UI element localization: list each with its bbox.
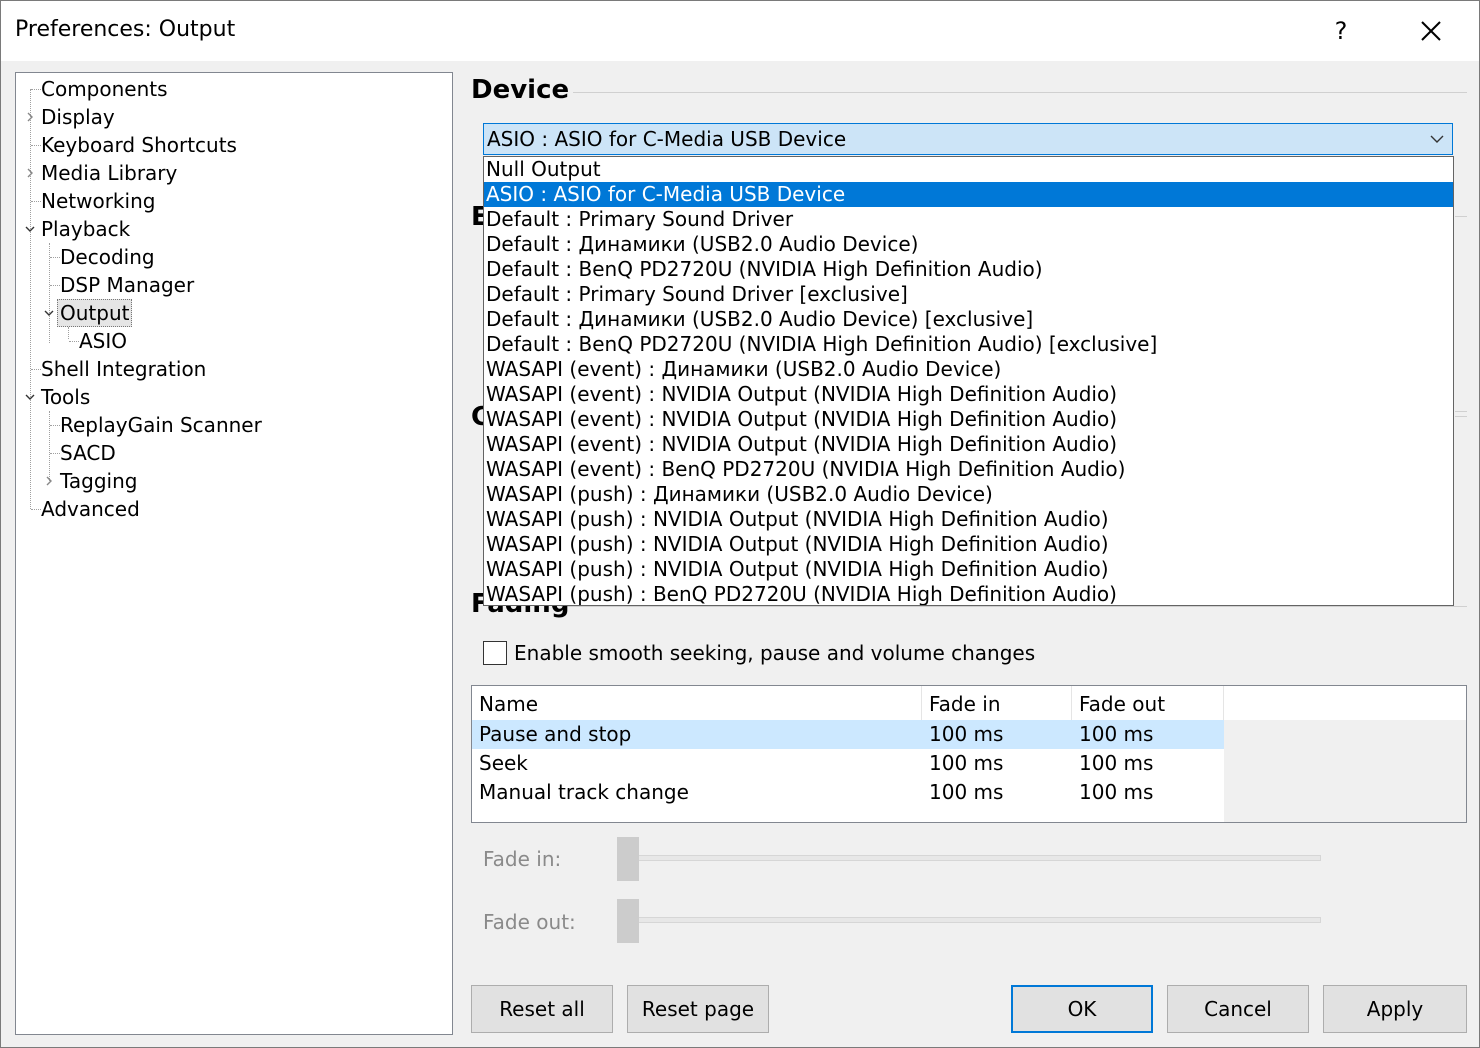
tree-item-media-library[interactable]: Media Library bbox=[39, 159, 179, 187]
device-option[interactable]: Default : BenQ PD2720U (NVIDIA High Defi… bbox=[484, 332, 1453, 357]
window-title: Preferences: Output bbox=[15, 17, 236, 42]
group-divider bbox=[1455, 216, 1467, 217]
group-divider bbox=[1455, 416, 1467, 417]
cancel-button[interactable]: Cancel bbox=[1167, 985, 1309, 1033]
fade-out-slider-track[interactable] bbox=[629, 917, 1321, 923]
device-option[interactable]: WASAPI (event) : Динамики (USB2.0 Audio … bbox=[484, 357, 1453, 382]
tree-connector bbox=[68, 327, 69, 339]
row-fade-out: 100 ms bbox=[1079, 722, 1154, 746]
tree-item-display[interactable]: Display bbox=[39, 103, 117, 131]
device-combobox[interactable]: ASIO : ASIO for C-Media USB Device bbox=[483, 123, 1453, 155]
smooth-seeking-checkbox[interactable] bbox=[483, 641, 507, 665]
tree-connector bbox=[30, 89, 31, 509]
device-option[interactable]: WASAPI (event) : NVIDIA Output (NVIDIA H… bbox=[484, 432, 1453, 457]
list-header: Name Fade in Fade out bbox=[472, 686, 1466, 720]
fade-in-slider-track[interactable] bbox=[629, 855, 1321, 861]
row-fade-in: 100 ms bbox=[929, 751, 1004, 775]
device-option[interactable]: WASAPI (push) : NVIDIA Output (NVIDIA Hi… bbox=[484, 507, 1453, 532]
close-icon bbox=[1421, 21, 1441, 41]
tree-item-components[interactable]: Components bbox=[39, 75, 170, 103]
row-fade-out: 100 ms bbox=[1079, 780, 1154, 804]
tree-item-shell-integration[interactable]: Shell Integration bbox=[39, 355, 208, 383]
device-group-title: Device bbox=[471, 75, 570, 105]
row-fade-in: 100 ms bbox=[929, 722, 1004, 746]
chevron-down-icon bbox=[1430, 135, 1444, 143]
tree-connector bbox=[49, 243, 50, 343]
group-divider bbox=[573, 92, 1467, 93]
table-row[interactable]: Seek 100 ms 100 ms bbox=[472, 749, 1224, 778]
chevron-down-icon[interactable] bbox=[25, 224, 35, 234]
chevron-down-icon[interactable] bbox=[44, 308, 54, 318]
reset-all-button[interactable]: Reset all bbox=[471, 985, 613, 1033]
chevron-right-icon[interactable] bbox=[25, 112, 35, 122]
device-option[interactable]: Default : Динамики (USB2.0 Audio Device)… bbox=[484, 307, 1453, 332]
device-dropdown-list[interactable]: Null Output ASIO : ASIO for C-Media USB … bbox=[483, 156, 1454, 606]
row-name: Seek bbox=[479, 751, 528, 775]
device-option[interactable]: WASAPI (push) : NVIDIA Output (NVIDIA Hi… bbox=[484, 532, 1453, 557]
preferences-tree[interactable]: Components Display Keyboard Shortcuts Me… bbox=[15, 72, 453, 1035]
tree-item-asio[interactable]: ASIO bbox=[77, 327, 129, 355]
device-option[interactable]: WASAPI (event) : BenQ PD2720U (NVIDIA Hi… bbox=[484, 457, 1453, 482]
fade-settings-list[interactable]: Name Fade in Fade out Pause and stop 100… bbox=[471, 685, 1467, 823]
row-fade-out: 100 ms bbox=[1079, 751, 1154, 775]
device-option[interactable]: Null Output bbox=[484, 157, 1453, 182]
device-option[interactable]: Default : Primary Sound Driver bbox=[484, 207, 1453, 232]
device-option[interactable]: WASAPI (event) : NVIDIA Output (NVIDIA H… bbox=[484, 382, 1453, 407]
row-fade-in: 100 ms bbox=[929, 780, 1004, 804]
tree-item-playback[interactable]: Playback bbox=[39, 215, 132, 243]
device-option[interactable]: WASAPI (push) : NVIDIA Output (NVIDIA Hi… bbox=[484, 557, 1453, 582]
group-divider bbox=[1455, 411, 1467, 412]
tree-item-networking[interactable]: Networking bbox=[39, 187, 157, 215]
device-option-selected[interactable]: ASIO : ASIO for C-Media USB Device bbox=[484, 182, 1453, 207]
reset-page-button[interactable]: Reset page bbox=[627, 985, 769, 1033]
fade-out-slider-thumb[interactable] bbox=[617, 899, 639, 943]
tree-item-tagging[interactable]: Tagging bbox=[58, 467, 139, 495]
fade-out-label: Fade out: bbox=[483, 910, 576, 934]
close-button[interactable] bbox=[1401, 1, 1461, 61]
device-option[interactable]: Default : Primary Sound Driver [exclusiv… bbox=[484, 282, 1453, 307]
group-divider bbox=[561, 606, 1467, 607]
fade-in-slider-thumb[interactable] bbox=[617, 837, 639, 881]
column-header-fade-in[interactable]: Fade in bbox=[922, 686, 1072, 720]
ok-button[interactable]: OK bbox=[1011, 985, 1153, 1033]
device-option[interactable]: Default : Динамики (USB2.0 Audio Device) bbox=[484, 232, 1453, 257]
table-row[interactable]: Manual track change 100 ms 100 ms bbox=[472, 778, 1224, 807]
row-name: Manual track change bbox=[479, 780, 689, 804]
column-header-name[interactable]: Name bbox=[472, 686, 922, 720]
tree-item-decoding[interactable]: Decoding bbox=[58, 243, 157, 271]
chevron-down-icon[interactable] bbox=[25, 392, 35, 402]
chevron-right-icon[interactable] bbox=[25, 168, 35, 178]
smooth-seeking-label[interactable]: Enable smooth seeking, pause and volume … bbox=[514, 641, 1035, 665]
tree-item-keyboard-shortcuts[interactable]: Keyboard Shortcuts bbox=[39, 131, 239, 159]
device-option[interactable]: WASAPI (push) : BenQ PD2720U (NVIDIA Hig… bbox=[484, 582, 1453, 605]
tree-item-replaygain-scanner[interactable]: ReplayGain Scanner bbox=[58, 411, 264, 439]
tree-item-tools[interactable]: Tools bbox=[39, 383, 92, 411]
help-button[interactable]: ? bbox=[1311, 1, 1371, 61]
apply-button[interactable]: Apply bbox=[1323, 985, 1467, 1033]
row-name: Pause and stop bbox=[479, 722, 632, 746]
table-row[interactable]: Pause and stop 100 ms 100 ms bbox=[472, 720, 1224, 749]
title-bar: Preferences: Output ? bbox=[1, 1, 1479, 61]
tree-item-advanced[interactable]: Advanced bbox=[39, 495, 142, 523]
tree-item-dsp-manager[interactable]: DSP Manager bbox=[58, 271, 196, 299]
tree-item-output[interactable]: Output bbox=[57, 299, 133, 327]
column-header-fade-out[interactable]: Fade out bbox=[1072, 686, 1224, 720]
tree-item-sacd[interactable]: SACD bbox=[58, 439, 118, 467]
device-option[interactable]: WASAPI (event) : NVIDIA Output (NVIDIA H… bbox=[484, 407, 1453, 432]
chevron-right-icon[interactable] bbox=[44, 476, 54, 486]
tree-connector bbox=[49, 411, 50, 483]
device-combobox-value: ASIO : ASIO for C-Media USB Device bbox=[487, 127, 847, 151]
device-option[interactable]: WASAPI (push) : Динамики (USB2.0 Audio D… bbox=[484, 482, 1453, 507]
fade-in-label: Fade in: bbox=[483, 847, 562, 871]
device-option[interactable]: Default : BenQ PD2720U (NVIDIA High Defi… bbox=[484, 257, 1453, 282]
preferences-dialog: Preferences: Output ? Components Display… bbox=[0, 0, 1480, 1048]
